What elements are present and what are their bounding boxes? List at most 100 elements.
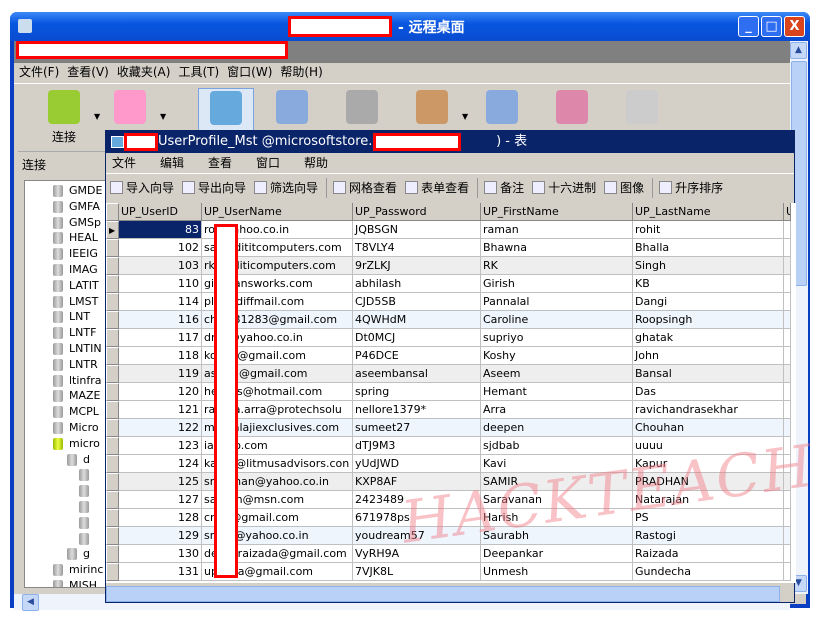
table-menu-item[interactable]: 窗口: [250, 153, 298, 173]
table-row[interactable]: 118 koohn@gmail.com P46DCE Koshy John: [106, 347, 791, 365]
tree-item[interactable]: LNTIN: [53, 341, 102, 356]
cell[interactable]: raman: [481, 221, 633, 239]
cell[interactable]: Bhawna: [481, 239, 633, 257]
menu-item[interactable]: 窗口(W): [227, 63, 272, 82]
cell[interactable]: deepen: [481, 419, 633, 437]
cell[interactable]: 116: [119, 311, 202, 329]
cell[interactable]: dTJ9M3: [353, 437, 481, 455]
cell[interactable]: 122: [119, 419, 202, 437]
cell[interactable]: sumeet27: [353, 419, 481, 437]
cell[interactable]: Deepankar: [481, 545, 633, 563]
cell[interactable]: 120: [119, 383, 202, 401]
cell[interactable]: Gundecha: [633, 563, 784, 581]
row-indicator[interactable]: [106, 455, 119, 473]
cell[interactable]: 125: [119, 473, 202, 491]
row-indicator[interactable]: [106, 329, 119, 347]
tree-item[interactable]: IEEIG: [53, 246, 98, 261]
tree-item[interactable]: g: [67, 546, 90, 561]
row-indicator[interactable]: [106, 257, 119, 275]
tree-item[interactable]: [79, 515, 95, 530]
tree-item[interactable]: MAZE: [53, 388, 101, 403]
tree-item[interactable]: LNT: [53, 309, 90, 324]
cell[interactable]: Natarajan: [633, 491, 784, 509]
row-indicator[interactable]: [106, 293, 119, 311]
cell[interactable]: KB: [633, 275, 784, 293]
row-indicator[interactable]: [106, 563, 119, 581]
cell[interactable]: 103: [119, 257, 202, 275]
menu-item[interactable]: 工具(T): [178, 63, 219, 82]
table-toolbar-button[interactable]: 升序排序: [659, 179, 723, 196]
table-row[interactable]: 119 asnsal@gmail.com aseembansal Aseem Bansa…: [106, 365, 791, 383]
table-toolbar-button[interactable]: 备注: [484, 179, 524, 196]
cell[interactable]: 127: [119, 491, 202, 509]
cell[interactable]: 4QWHdM: [353, 311, 481, 329]
tree-item[interactable]: MCPL: [53, 404, 99, 419]
cell[interactable]: VyRH9A: [353, 545, 481, 563]
cell[interactable]: P46DCE: [353, 347, 481, 365]
cell[interactable]: 128: [119, 509, 202, 527]
toolbar-button-0[interactable]: 连接: [36, 88, 92, 145]
menu-item[interactable]: 帮助(H): [280, 63, 322, 82]
table-toolbar-button[interactable]: 导出向导: [182, 179, 246, 196]
cell[interactable]: PS: [633, 509, 784, 527]
table-row[interactable]: 117 drvo@yahoo.co.in Dt0MCJ supriyo ghatak: [106, 329, 791, 347]
table-toolbar-button[interactable]: 表单查看: [405, 179, 469, 196]
cell[interactable]: Unmesh: [481, 563, 633, 581]
column-header[interactable]: UP_Password: [353, 203, 481, 221]
tree-item[interactable]: ltinfra: [53, 373, 102, 388]
table-row[interactable]: ▶ 83 ro@yahoo.co.in JQBSGN raman rohit: [106, 221, 791, 239]
table-menu-item[interactable]: 查看: [202, 153, 250, 173]
row-indicator[interactable]: [106, 545, 119, 563]
cell[interactable]: Koshy: [481, 347, 633, 365]
table-toolbar-button[interactable]: 网格查看: [333, 179, 397, 196]
tree-item[interactable]: LNTR: [53, 357, 98, 372]
row-indicator[interactable]: [106, 365, 119, 383]
tree-item[interactable]: Micro: [53, 420, 99, 435]
tree-item[interactable]: IMAG: [53, 262, 98, 277]
row-indicator[interactable]: [106, 491, 119, 509]
cell[interactable]: 130: [119, 545, 202, 563]
tree-item[interactable]: GMFA: [53, 199, 100, 214]
menu-item[interactable]: 收藏夹(A): [117, 63, 171, 82]
cell[interactable]: Kavi: [481, 455, 633, 473]
cell[interactable]: rohit: [633, 221, 784, 239]
table-row[interactable]: 131 upecha@gmail.com 7VJK8L Unmesh Gundecha: [106, 563, 791, 581]
cell[interactable]: Rastogi: [633, 527, 784, 545]
close-button[interactable]: X: [784, 16, 805, 37]
cell[interactable]: Kapur: [633, 455, 784, 473]
cell[interactable]: CJD5SB: [353, 293, 481, 311]
row-indicator[interactable]: [106, 347, 119, 365]
table-row[interactable]: 102 sa@adititcomputers.com T8VLY4 Bhawna Bha…: [106, 239, 791, 257]
table-toolbar-button[interactable]: 筛选向导: [254, 179, 318, 196]
cell[interactable]: 2423489: [353, 491, 481, 509]
cell[interactable]: Bansal: [633, 365, 784, 383]
row-indicator[interactable]: [106, 437, 119, 455]
row-indicator[interactable]: [106, 383, 119, 401]
maximize-button[interactable]: □: [761, 16, 782, 37]
table-row[interactable]: 116 chvid31283@gmail.com 4QWHdM Caroline Roo…: [106, 311, 791, 329]
tree-item[interactable]: MISH: [53, 578, 97, 587]
tree-item[interactable]: [79, 467, 95, 482]
cell[interactable]: Hemant: [481, 383, 633, 401]
tree-item[interactable]: [79, 483, 95, 498]
cell[interactable]: 7VJK8L: [353, 563, 481, 581]
cell[interactable]: KXP8AF: [353, 473, 481, 491]
row-indicator[interactable]: [106, 473, 119, 491]
cell[interactable]: Singh: [633, 257, 784, 275]
tree-item[interactable]: micro: [53, 436, 100, 451]
cell[interactable]: yUdJWD: [353, 455, 481, 473]
cell[interactable]: spring: [353, 383, 481, 401]
menu-item[interactable]: 文件(F): [19, 63, 59, 82]
cell[interactable]: Pannalal: [481, 293, 633, 311]
cell[interactable]: youdream57: [353, 527, 481, 545]
column-header[interactable]: U: [784, 203, 791, 221]
column-header[interactable]: UP_LastName: [633, 203, 784, 221]
cell[interactable]: 131: [119, 563, 202, 581]
cell[interactable]: 114: [119, 293, 202, 311]
tree-item[interactable]: GMDE: [53, 183, 102, 198]
cell[interactable]: Dt0MCJ: [353, 329, 481, 347]
table-row[interactable]: 120 he_das@hotmail.com spring Hemant Das: [106, 383, 791, 401]
tree-item[interactable]: mirinc: [53, 562, 103, 577]
menu-item[interactable]: 查看(V): [67, 63, 109, 82]
cell[interactable]: T8VLY4: [353, 239, 481, 257]
